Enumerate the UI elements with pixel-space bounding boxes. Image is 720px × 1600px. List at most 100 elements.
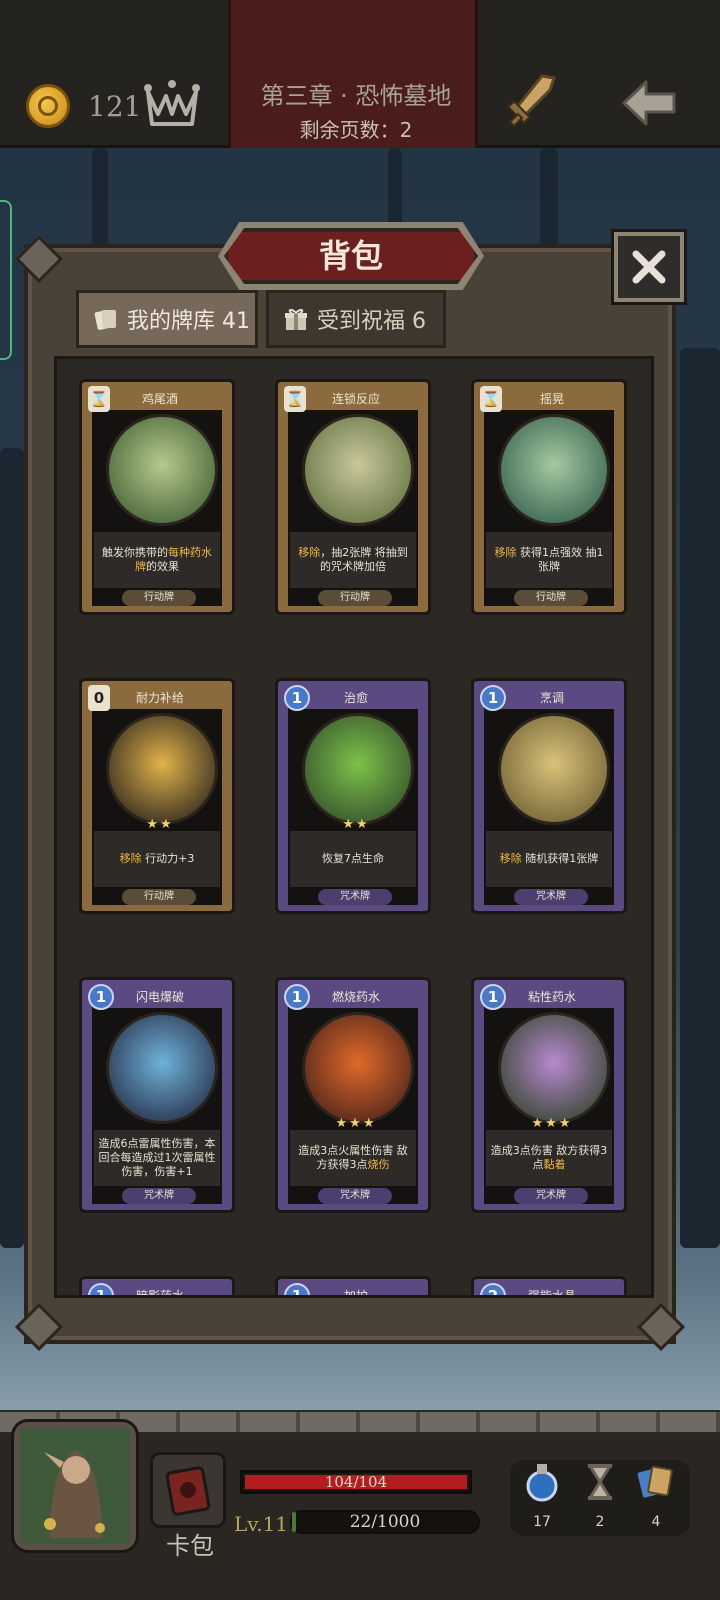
card-pack-button[interactable] (150, 1452, 226, 1528)
coin-icon (26, 84, 70, 128)
card-cost: 1 (284, 685, 310, 711)
sword-icon[interactable] (500, 70, 560, 134)
card-stars: ★★ (146, 817, 174, 832)
card-item[interactable]: 1 暗影药水 (79, 1276, 235, 1295)
card-description-text: 获得1点强效 抽1张牌 (516, 546, 604, 573)
card-keyword: 移除 (298, 546, 321, 559)
card-description: 移除，抽2张牌 将抽到的咒术牌加倍 (290, 532, 416, 588)
cards-icon (637, 1465, 673, 1498)
xp-text: 22/1000 (349, 1512, 421, 1532)
card-art-icon (106, 1012, 218, 1124)
card-cost: 1 (480, 685, 506, 711)
card-description-text: 的效果 (146, 560, 179, 573)
potion-resource[interactable] (522, 1460, 562, 1508)
card-item[interactable]: ⌛ 摇晃移除 获得1点强效 抽1张牌行动牌 (471, 379, 627, 615)
card-item[interactable]: 1 闪电爆破 造成6点雷属性伤害，本回合每造成过1次雷属性伤害，伤害+1 咒术牌 (79, 977, 235, 1213)
card-pack-label: 卡包 (166, 1532, 214, 1560)
card-description: 移除 随机获得1张牌 (486, 831, 612, 887)
card-name: 连锁反应 (292, 388, 420, 410)
potion-count: 17 (533, 1514, 551, 1530)
card-type: 行动牌 (514, 590, 588, 606)
close-button[interactable] (611, 229, 687, 305)
card-keyword: 移除 (119, 852, 142, 865)
close-icon (632, 250, 666, 284)
card-cost: 0 (88, 685, 110, 711)
card-item[interactable]: 1 加护 (275, 1276, 431, 1295)
card-item[interactable]: 2 强能水晶 (471, 1276, 627, 1295)
card-item[interactable]: 1 燃烧药水 ★★★ 造成3点火属性伤害 敌方获得3点烧伤咒术牌 (275, 977, 431, 1213)
avatar[interactable] (11, 1419, 139, 1553)
coin-count: 121 (88, 90, 142, 123)
card-art-icon (106, 414, 218, 526)
card-description-text: 恢复7点生命 (322, 852, 384, 865)
level-label: Lv.11 (234, 1512, 289, 1536)
card-type: 行动牌 (122, 590, 196, 606)
gift-icon (285, 308, 307, 330)
back-arrow-icon[interactable] (620, 78, 678, 128)
card-name: 燃烧药水 (292, 986, 420, 1008)
chapter-banner: 第三章 · 恐怖墓地 剩余页数：2 (228, 0, 478, 148)
card-item[interactable]: 1 粘性药水 ★★★ 造成3点伤害 敌方获得3点黏着咒术牌 (471, 977, 627, 1213)
hourglass-resource[interactable] (580, 1460, 620, 1508)
card-deck-icon (94, 310, 116, 330)
xp-bar: 22/1000 (290, 1510, 480, 1534)
card-stars: ★★ (342, 817, 370, 832)
card-description: 移除 行动力+3 (94, 831, 220, 887)
top-bar: 121 第三章 · 恐怖墓地 剩余页数：2 (0, 0, 720, 148)
card-description-text: 造成6点雷属性伤害，本回合每造成过1次雷属性伤害，伤害+1 (98, 1137, 216, 1178)
card-type: 咒术牌 (122, 1188, 196, 1204)
card-item[interactable]: 0 耐力补给 ★★ 移除 行动力+3 行动牌 (79, 678, 235, 914)
side-indicator (0, 200, 12, 360)
panel-title: 背包 (318, 237, 383, 275)
tab-my-deck[interactable]: 我的牌库 41 (76, 290, 258, 348)
tab-blessings[interactable]: 受到祝福 6 (266, 290, 446, 348)
card-name: 强能水晶 (488, 1285, 616, 1295)
card-name: 摇晃 (488, 388, 616, 410)
hourglass-icon (587, 1464, 613, 1500)
card-art-icon (498, 414, 610, 526)
cards-resource[interactable] (636, 1460, 676, 1508)
card-description-text: 随机获得1张牌 (521, 852, 599, 865)
card-cost: 1 (480, 984, 506, 1010)
tab-my-deck-label: 我的牌库 41 (127, 309, 250, 334)
hp-bar: 104/104 (240, 1470, 472, 1494)
card-art-icon (498, 713, 610, 825)
card-description: 恢复7点生命 (290, 831, 416, 887)
card-item[interactable]: 1 烹调 移除 随机获得1张牌 咒术牌 (471, 678, 627, 914)
card-type: 咒术牌 (318, 1188, 392, 1204)
card-name: 闪电爆破 (96, 986, 224, 1008)
card-cost: 1 (284, 984, 310, 1010)
card-description: 造成6点雷属性伤害，本回合每造成过1次雷属性伤害，伤害+1 (94, 1130, 220, 1186)
card-name: 加护 (292, 1285, 420, 1295)
hp-text: 104/104 (324, 1473, 388, 1491)
card-name: 粘性药水 (488, 986, 616, 1008)
card-art-icon (302, 713, 414, 825)
chapter-title: 第三章 · 恐怖墓地 (260, 82, 452, 110)
card-item[interactable]: 1 治愈 ★★ 恢复7点生命 咒术牌 (275, 678, 431, 914)
card-item[interactable]: ⌛ 鸡尾酒 触发你携带的每种药水牌的效果 行动牌 (79, 379, 235, 615)
card-description-text: ，抽2张牌 将抽到的咒术牌加倍 (320, 546, 408, 573)
card-stars: ★★★ (531, 1116, 573, 1131)
hourglass-count: 2 (595, 1514, 605, 1530)
card-art-icon (106, 713, 218, 825)
pages-remaining: 剩余页数：2 (299, 118, 413, 142)
card-cost: ⌛ (284, 386, 306, 412)
card-art-icon (498, 1012, 610, 1124)
card-keyword: 移除 (494, 546, 517, 559)
card-description-text: 行动力+3 (141, 852, 195, 865)
card-cost: ⌛ (88, 386, 110, 412)
card-description-text: 造成3点火属性伤害 敌方获得3点 (298, 1144, 408, 1171)
crown-icon[interactable] (144, 74, 200, 134)
card-type: 咒术牌 (514, 1188, 588, 1204)
card-cost: ⌛ (480, 386, 502, 412)
cards-count: 4 (651, 1514, 661, 1530)
card-item[interactable]: ⌛ 连锁反应 移除，抽2张牌 将抽到的咒术牌加倍 行动牌 (275, 379, 431, 615)
card-stars: ★★★ (335, 1116, 377, 1131)
card-art-icon (302, 1012, 414, 1124)
card-keyword: 烧伤 (367, 1158, 390, 1171)
card-description: 造成3点伤害 敌方获得3点黏着 (486, 1130, 612, 1186)
tab-blessings-label: 受到祝福 6 (317, 309, 426, 334)
card-type: 咒术牌 (514, 889, 588, 905)
card-name: 暗影药水 (96, 1285, 224, 1295)
card-art-icon (302, 414, 414, 526)
